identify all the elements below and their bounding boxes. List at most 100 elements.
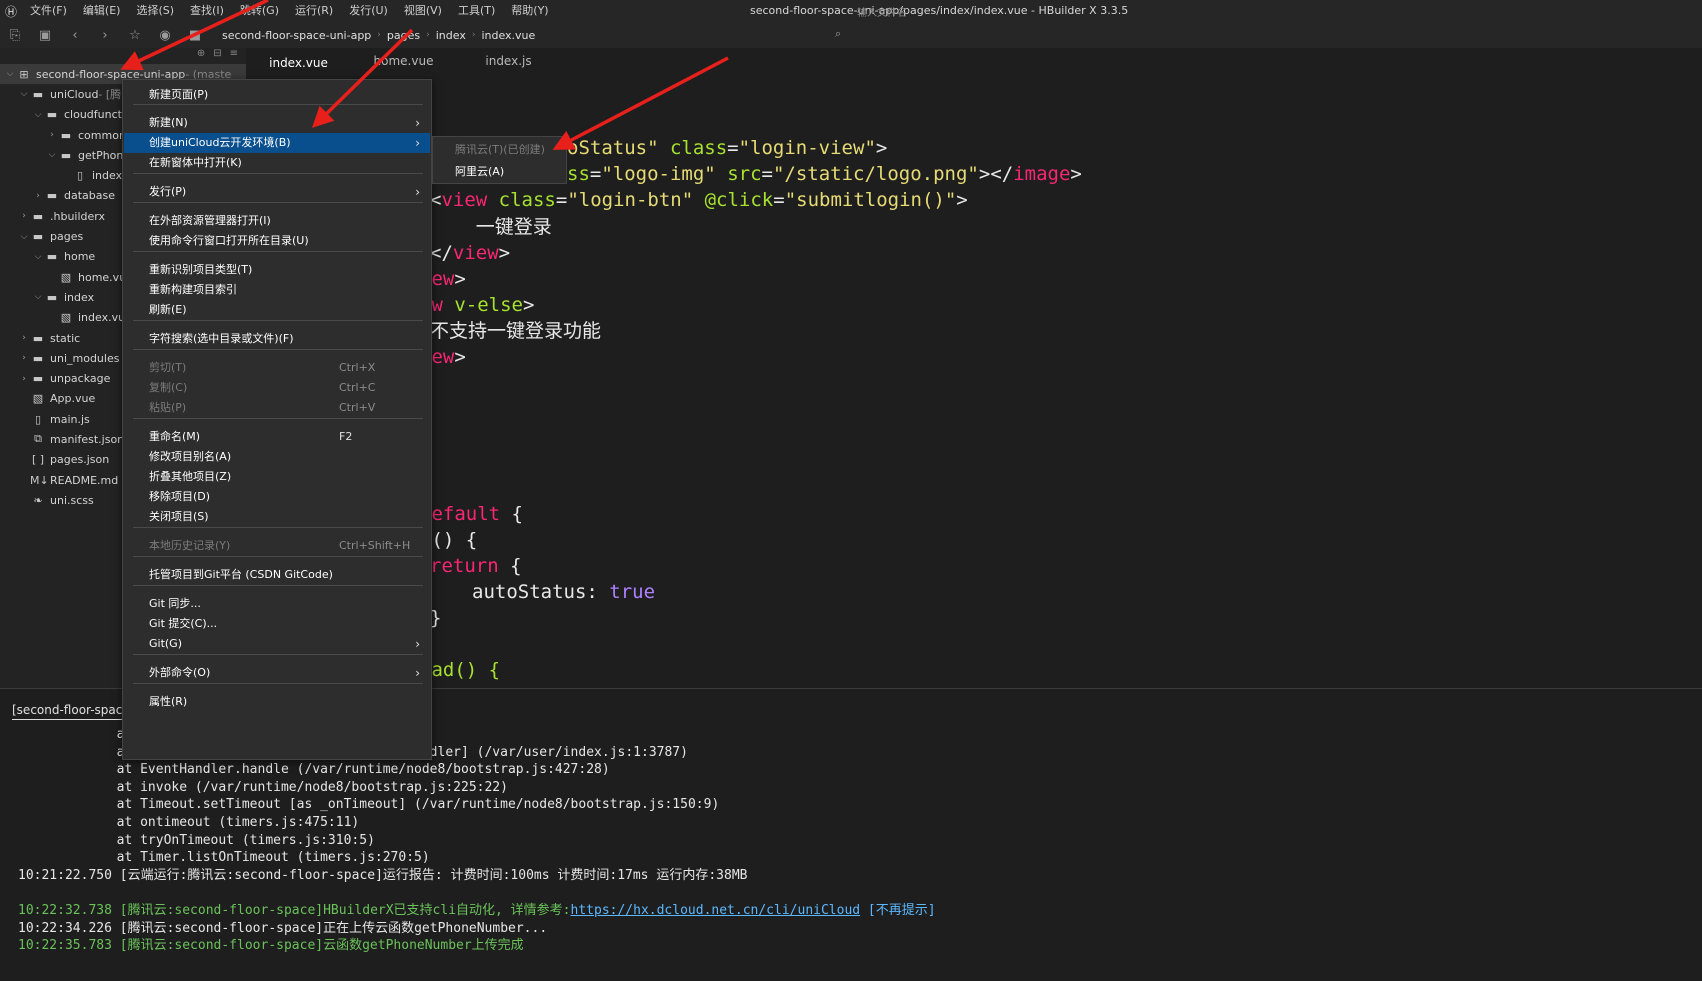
menu-item-label: Git 提交(C)... [149,617,218,630]
chevron-right-icon[interactable]: › [18,374,30,384]
chevron-right-icon[interactable]: › [18,353,30,363]
menu-item[interactable]: 选择(S) [128,0,182,22]
menu-separator [133,683,423,684]
menu-item-label: 创建uniCloud云开发环境(B) [149,136,291,149]
chevron-down-icon[interactable]: ⌵ [32,252,44,262]
context-menu-item[interactable]: 使用命令行窗口打开所在目录(U) [124,231,430,251]
star-icon[interactable]: ☆ [120,28,150,43]
menu-item[interactable]: 工具(T) [450,0,503,22]
context-menu-item[interactable]: 外部命令(O) › [124,663,430,683]
console-text: 10:21:22.750 [云端运行:腾讯云:second-floor-spac… [18,867,748,883]
context-menu-item[interactable]: 在外部资源管理器打开(I) [124,211,430,231]
sidebar-menu-icon[interactable]: ≡ [230,48,238,64]
code-token: </ [430,241,453,264]
browser-icon[interactable]: ■ [180,28,210,43]
console-text: at EventHandler.handle (/var/runtime/nod… [54,762,610,778]
context-menu-item[interactable]: Git 同步... [124,594,430,614]
code-token: "/static/logo.png" [772,163,979,186]
context-menu-item[interactable]: 发行(P) › [124,182,430,202]
menu-item-label: 剪切(T) [149,361,187,374]
forward-icon[interactable]: › [90,28,120,43]
console-line: 10:22:34.226 [腾讯云:second-floor-space]正在上… [18,920,547,937]
context-menu-item[interactable]: 修改项目别名(A) [124,447,430,467]
collapse-icon[interactable]: ⊟ [213,48,221,64]
menu-item[interactable]: 文件(F) [22,0,75,22]
breadcrumb-item[interactable]: pages [381,29,426,42]
context-menu-item[interactable]: 关闭项目(S) [124,507,430,527]
chevron-right-icon[interactable]: › [32,191,44,201]
context-menu-item[interactable]: 托管项目到Git平台 (CSDN GitCode) [124,565,430,585]
tab-index-js[interactable]: index.js [456,48,561,74]
submenu-arrow-icon: › [415,185,420,199]
console-text: at ontimeout (timers.js:475:11) [54,815,360,830]
menu-item-label: 在外部资源管理器打开(I) [149,214,271,227]
tree-item-label: cloudfuncti [64,108,126,122]
code-token: > [522,293,535,316]
menu-item[interactable]: 跳转(G) [232,0,287,22]
context-menu-item[interactable]: 重命名(M) F2 [124,427,430,447]
tree-item-label: pages.json [50,453,110,467]
markdown-icon: M↓ [30,473,49,487]
menu-item[interactable]: 查找(I) [182,0,232,22]
menu-item-label: 字符搜索(选中目录或文件)(F) [149,332,294,345]
breadcrumb-item[interactable]: second-floor-space-uni-app [216,29,377,42]
dismiss-link[interactable]: [不再提示] [860,903,936,918]
code-line: autoStatus: true [472,578,655,606]
tab-home-vue[interactable]: home.vue [351,48,456,74]
code-token: { [510,554,522,577]
context-menu-item[interactable]: 移除项目(D) [124,487,430,507]
submenu-item[interactable]: 阿里云(A) [433,161,566,183]
context-menu-item[interactable]: 重新识别项目类型(T) [124,260,430,280]
console-line: at ontimeout (timers.js:475:11) [54,814,360,831]
chevron-down-icon[interactable]: ⌵ [46,150,58,160]
vue-file-icon: ▧ [60,311,72,325]
context-menu-item[interactable]: 新建(N) › [124,113,430,133]
back-icon[interactable]: ‹ [60,28,90,43]
context-menu-item[interactable]: Git 提交(C)... [124,614,430,634]
new-file-icon[interactable]: ⎘ [0,28,30,43]
sidebar-header: ⊕ ⊟ ≡ [0,48,246,64]
breadcrumb-item[interactable]: index.vue [475,29,541,42]
menu-item[interactable]: 发行(U) [341,0,396,22]
chevron-down-icon[interactable]: ⌵ [4,69,16,79]
console-text: 10:22:35.783 [腾讯云:second-floor-space]云函数… [18,938,524,954]
menu-item[interactable]: 运行(R) [287,0,341,22]
chevron-down-icon[interactable]: ⌵ [18,232,30,242]
menu-item-shortcut: Ctrl+X [339,361,376,374]
context-menu-item[interactable]: 字符搜索(选中目录或文件)(F) [124,329,430,349]
context-menu-item[interactable]: 创建uniCloud云开发环境(B) › [124,133,430,153]
menu-item-label: 属性(R) [149,695,188,708]
context-menu-item[interactable]: 折叠其他项目(Z) [124,467,430,487]
run-icon[interactable]: ◉ [150,28,180,43]
menu-item[interactable]: 编辑(E) [75,0,129,22]
chevron-right-icon[interactable]: › [18,211,30,221]
chevron-down-icon[interactable]: ⌵ [18,89,30,99]
chevron-right-icon[interactable]: › [18,333,30,343]
code-token: "login-btn" [567,189,705,212]
menu-item-shortcut: Ctrl+V [339,401,376,414]
context-menu-item[interactable]: 重新构建项目索引 [124,280,430,300]
context-menu-item[interactable]: 属性(R) [124,692,430,712]
context-menu-item[interactable]: Git(G) › [124,634,430,654]
chevron-down-icon[interactable]: ⌵ [32,292,44,302]
chevron-down-icon[interactable]: ⌵ [32,110,44,120]
menu-item[interactable]: 视图(V) [396,0,450,22]
menu-item[interactable]: 帮助(Y) [503,0,556,22]
console-link[interactable]: https://hx.dcloud.net.cn/cli/uniCloud [571,903,861,918]
context-menu-item[interactable]: 新建页面(P) [124,85,430,105]
console-tab[interactable]: [second-floor-spac [12,703,123,720]
menu-item-label: 托管项目到Git平台 (CSDN GitCode) [149,568,333,581]
context-menu-item[interactable]: 刷新(E) [124,300,430,320]
save-icon[interactable]: ▣ [30,28,60,43]
console-line: 10:21:22.750 [云端运行:腾讯云:second-floor-spac… [18,867,747,884]
file-icon: ▯ [34,412,42,426]
tab-index-vue[interactable]: index.vue [246,48,351,74]
locate-icon[interactable]: ⊕ [197,48,205,64]
tree-item-label: App.vue [50,392,96,406]
menu-separator [133,320,423,321]
chevron-right-icon[interactable]: › [46,130,58,140]
code-token: oStatus" [567,137,670,160]
context-menu-item[interactable]: 在新窗体中打开(K) [124,153,430,173]
file-search-input[interactable] [835,4,1235,22]
breadcrumb-item[interactable]: index [430,29,472,42]
